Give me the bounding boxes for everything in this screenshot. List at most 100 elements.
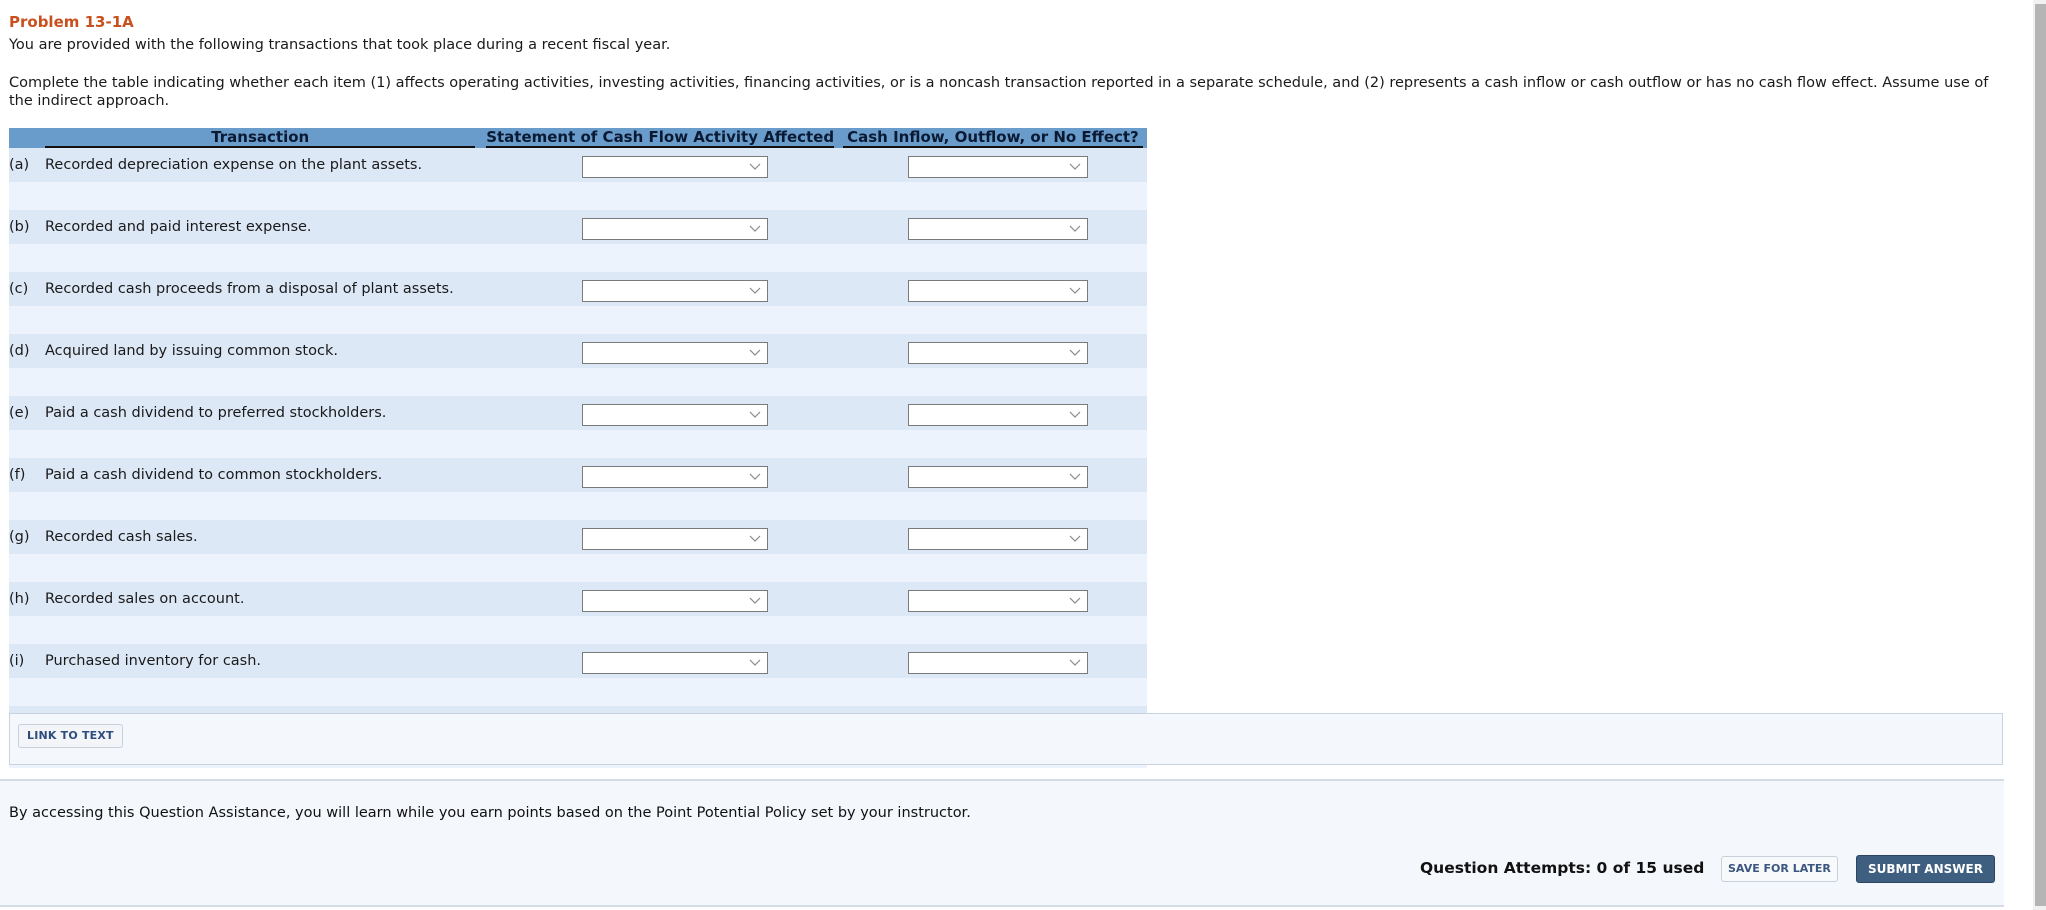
link-panel: LINK TO TEXT — [9, 713, 2003, 765]
chevron-down-icon — [1069, 597, 1081, 604]
row-letter: (i) — [9, 653, 25, 669]
chevron-down-icon — [749, 287, 761, 294]
problem-instructions: Complete the table indicating whether ea… — [9, 75, 1989, 109]
transaction-cell: (d) Acquired land by issuing common stock… — [9, 334, 482, 368]
transaction-cell: (h) Recorded sales on account. — [9, 582, 482, 616]
chevron-down-icon — [749, 659, 761, 666]
effect-select[interactable] — [907, 404, 1088, 426]
chevron-down-icon — [749, 597, 761, 604]
transaction-description: Purchased inventory for cash. — [45, 653, 262, 669]
activity-cell — [481, 520, 839, 554]
table-row: (c) Recorded cash proceeds from a disposa… — [9, 272, 1147, 306]
transaction-description: Paid a cash dividend to preferred stockh… — [45, 405, 387, 421]
activity-select[interactable] — [582, 466, 769, 488]
chevron-down-icon — [1069, 225, 1081, 232]
activity-cell — [481, 458, 839, 492]
vertical-scrollbar[interactable] — [2033, 0, 2046, 910]
transaction-description: Recorded sales on account. — [45, 591, 245, 607]
chevron-down-icon — [1069, 535, 1081, 542]
effect-select[interactable] — [907, 218, 1088, 240]
transaction-description: Recorded and paid interest expense. — [45, 219, 312, 235]
row-spacer — [9, 430, 1147, 458]
activity-select[interactable] — [582, 652, 769, 674]
activity-select[interactable] — [582, 528, 769, 550]
chevron-down-icon — [1069, 473, 1081, 480]
table-row: (a) Recorded depreciation expense on the … — [9, 148, 1147, 182]
activity-select[interactable] — [582, 280, 769, 302]
activity-select[interactable] — [582, 156, 769, 178]
effect-cell — [838, 520, 1147, 554]
activity-select[interactable] — [582, 404, 769, 426]
row-spacer — [9, 368, 1147, 396]
transactions-table: Transaction Statement of Cash Flow Activ… — [9, 128, 1147, 768]
problem-title: Problem 13-1A — [9, 13, 134, 31]
chevron-down-icon — [1069, 349, 1081, 356]
effect-select[interactable] — [907, 652, 1088, 674]
transaction-description: Paid a cash dividend to common stockhold… — [45, 467, 383, 483]
row-spacer — [9, 306, 1147, 334]
header-transaction: Transaction — [9, 128, 482, 148]
chevron-down-icon — [1069, 287, 1081, 294]
effect-cell — [838, 210, 1147, 244]
row-letter: (h) — [9, 591, 30, 607]
activity-select[interactable] — [582, 218, 769, 240]
row-spacer — [9, 554, 1147, 582]
table-row: (e) Paid a cash dividend to preferred sto… — [9, 396, 1147, 430]
row-letter: (a) — [9, 157, 30, 173]
effect-cell — [838, 582, 1147, 616]
link-to-text-button[interactable]: LINK TO TEXT — [18, 724, 123, 748]
activity-cell — [481, 396, 839, 430]
effect-cell — [838, 458, 1147, 492]
table-row: (g) Recorded cash sales. — [9, 520, 1147, 554]
transaction-cell: (b) Recorded and paid interest expense. — [9, 210, 482, 244]
chevron-down-icon — [1069, 659, 1081, 666]
transaction-description: Recorded cash sales. — [45, 529, 198, 545]
chevron-down-icon — [1069, 411, 1081, 418]
transaction-cell: (g) Recorded cash sales. — [9, 520, 482, 554]
table-row: (i) Purchased inventory for cash. — [9, 644, 1147, 678]
table-row: (h) Recorded sales on account. — [9, 582, 1147, 616]
activity-cell — [481, 272, 839, 306]
effect-select[interactable] — [907, 528, 1088, 550]
effect-select[interactable] — [907, 280, 1088, 302]
row-spacer — [9, 616, 1147, 644]
assistance-text: By accessing this Question Assistance, y… — [9, 805, 971, 821]
effect-select[interactable] — [907, 590, 1088, 612]
effect-cell — [838, 396, 1147, 430]
chevron-down-icon — [1069, 163, 1081, 170]
row-letter: (g) — [9, 529, 30, 545]
chevron-down-icon — [749, 411, 761, 418]
transaction-cell: (a) Recorded depreciation expense on the … — [9, 148, 482, 182]
row-spacer — [9, 182, 1147, 210]
transaction-cell: (e) Paid a cash dividend to preferred sto… — [9, 396, 482, 430]
row-letter: (d) — [9, 343, 30, 359]
effect-cell — [838, 644, 1147, 678]
row-spacer — [9, 244, 1147, 272]
activity-select[interactable] — [582, 342, 769, 364]
table-row: (f) Paid a cash dividend to common stockh… — [9, 458, 1147, 492]
submit-answer-button[interactable]: SUBMIT ANSWER — [1856, 855, 1995, 883]
transaction-description: Recorded cash proceeds from a disposal o… — [45, 281, 454, 297]
chevron-down-icon — [749, 163, 761, 170]
effect-select[interactable] — [907, 342, 1088, 364]
save-for-later-button[interactable]: SAVE FOR LATER — [1721, 856, 1838, 882]
table-row: (d) Acquired land by issuing common stock… — [9, 334, 1147, 368]
scrollbar-thumb[interactable] — [2035, 4, 2046, 906]
question-attempts: Question Attempts: 0 of 15 used — [1420, 859, 1705, 877]
row-letter: (e) — [9, 405, 30, 421]
effect-cell — [838, 148, 1147, 182]
header-effect: Cash Inflow, Outflow, or No Effect? — [838, 128, 1147, 148]
activity-select[interactable] — [582, 590, 769, 612]
transaction-cell: (c) Recorded cash proceeds from a disposa… — [9, 272, 482, 306]
transaction-description: Acquired land by issuing common stock. — [45, 343, 338, 359]
activity-cell — [481, 210, 839, 244]
question-assistance-panel: By accessing this Question Assistance, y… — [0, 779, 2004, 907]
effect-select[interactable] — [907, 466, 1088, 488]
transaction-cell: (i) Purchased inventory for cash. — [9, 644, 482, 678]
row-spacer — [9, 492, 1147, 520]
problem-intro: You are provided with the following tran… — [9, 37, 671, 53]
chevron-down-icon — [749, 473, 761, 480]
chevron-down-icon — [749, 225, 761, 232]
effect-cell — [838, 272, 1147, 306]
effect-select[interactable] — [907, 156, 1088, 178]
